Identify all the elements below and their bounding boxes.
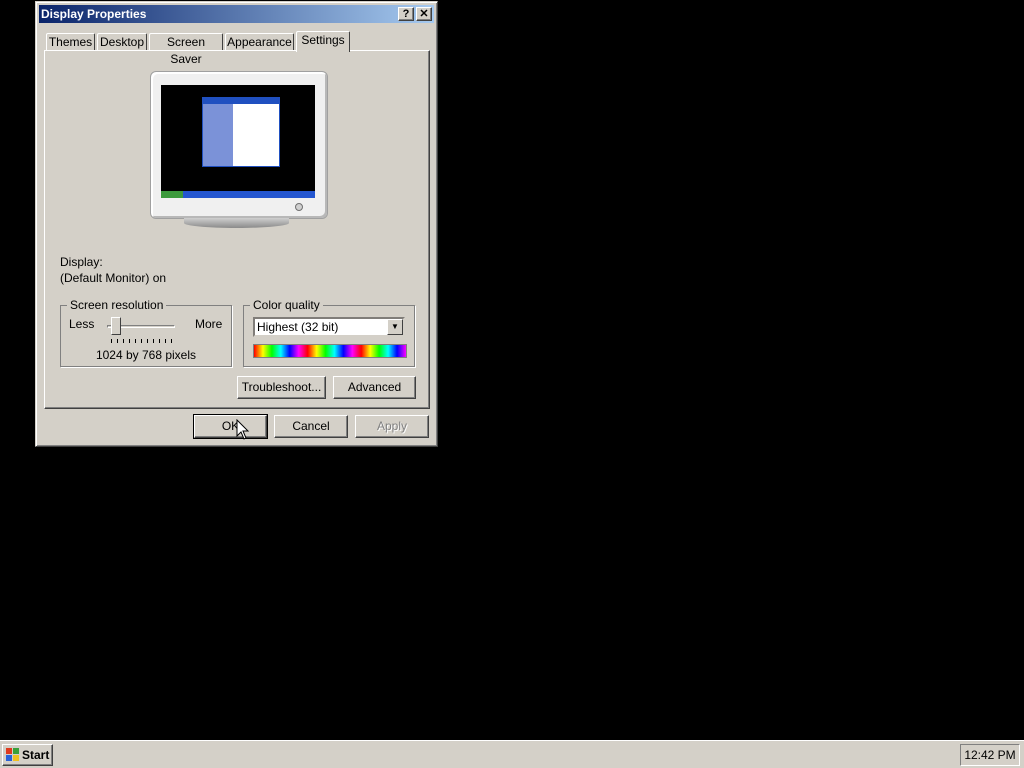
system-tray-clock[interactable]: 12:42 PM xyxy=(960,744,1020,766)
close-button[interactable]: ✕ xyxy=(416,7,432,21)
monitor-preview xyxy=(150,71,328,219)
tab-appearance[interactable]: Appearance xyxy=(225,33,294,51)
slider-ticks xyxy=(111,339,173,343)
windows-logo-icon xyxy=(6,748,20,762)
tab-themes[interactable]: Themes xyxy=(46,33,95,51)
display-value: (Default Monitor) on xyxy=(60,271,167,285)
preview-window xyxy=(202,97,280,167)
color-quality-group: Color quality Highest (32 bit) ▼ xyxy=(243,298,415,367)
cancel-button[interactable]: Cancel xyxy=(274,415,348,438)
tab-settings[interactable]: Settings xyxy=(296,31,350,52)
power-led-icon xyxy=(295,203,303,211)
display-properties-window: Display Properties ? ✕ Themes Desktop Sc… xyxy=(35,1,438,447)
color-spectrum-bar xyxy=(253,344,407,358)
start-button[interactable]: Start xyxy=(2,744,53,766)
apply-button[interactable]: Apply xyxy=(355,415,429,438)
chevron-down-icon[interactable]: ▼ xyxy=(387,319,403,335)
help-button[interactable]: ? xyxy=(398,7,414,21)
resolution-slider-thumb[interactable] xyxy=(111,317,121,335)
advanced-button[interactable]: Advanced xyxy=(333,376,416,399)
title-bar[interactable]: Display Properties ? ✕ xyxy=(39,5,434,23)
mouse-pointer-icon xyxy=(236,419,250,440)
color-quality-select[interactable]: Highest (32 bit) ▼ xyxy=(253,317,405,337)
ok-button[interactable]: OK xyxy=(193,414,268,439)
more-label: More xyxy=(195,317,223,331)
less-label: Less xyxy=(69,317,95,331)
color-quality-value: Highest (32 bit) xyxy=(257,320,339,334)
window-title: Display Properties xyxy=(41,7,147,21)
tab-desktop[interactable]: Desktop xyxy=(97,33,147,51)
tab-screen-saver[interactable]: Screen Saver xyxy=(149,33,223,66)
monitor-stand xyxy=(184,218,289,228)
color-quality-legend: Color quality xyxy=(250,298,323,312)
resolution-value: 1024 by 768 pixels xyxy=(95,348,197,362)
display-label: Display: xyxy=(60,255,103,269)
troubleshoot-button[interactable]: Troubleshoot... xyxy=(237,376,326,399)
monitor-screen xyxy=(161,85,315,198)
settings-panel: Display: (Default Monitor) on Screen res… xyxy=(44,50,430,409)
preview-taskbar xyxy=(161,191,315,198)
screen-resolution-group: Screen resolution Less More 1024 by 768 … xyxy=(60,298,232,367)
screen-resolution-legend: Screen resolution xyxy=(67,298,167,312)
taskbar: Start 12:42 PM xyxy=(0,740,1024,768)
start-label: Start xyxy=(22,748,50,762)
